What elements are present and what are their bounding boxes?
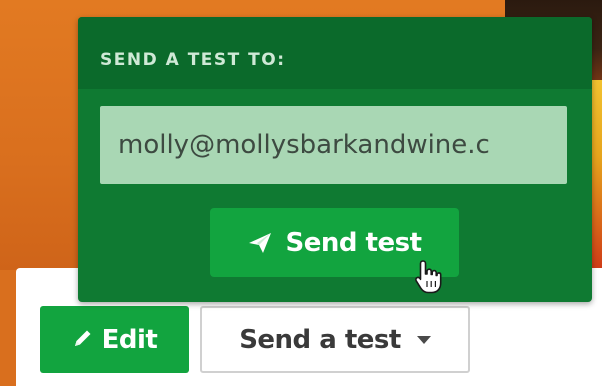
send-test-button[interactable]: Send test bbox=[210, 208, 459, 277]
edit-button-label: Edit bbox=[101, 324, 158, 355]
send-a-test-dropdown[interactable]: Send a test bbox=[200, 306, 470, 373]
test-email-input[interactable] bbox=[100, 106, 567, 184]
send-test-popover: SEND A TEST TO: Send test bbox=[78, 17, 592, 302]
send-test-button-label: Send test bbox=[285, 227, 423, 258]
edit-button[interactable]: Edit bbox=[40, 306, 189, 373]
pencil-icon bbox=[72, 327, 94, 353]
paper-plane-icon bbox=[248, 232, 272, 254]
caret-down-icon bbox=[416, 335, 431, 344]
popover-title: SEND A TEST TO: bbox=[100, 50, 286, 70]
send-a-test-label: Send a test bbox=[239, 324, 401, 355]
